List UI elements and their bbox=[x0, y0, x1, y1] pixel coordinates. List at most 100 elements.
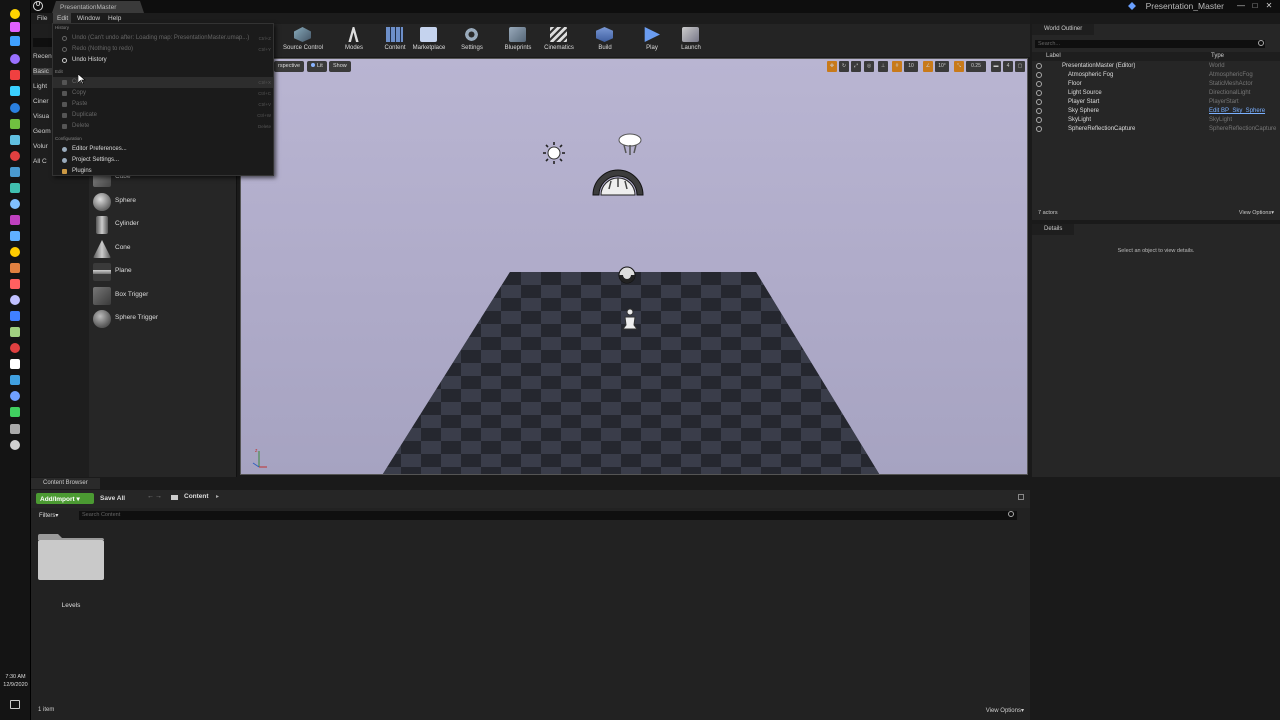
visibility-eye-icon[interactable] bbox=[1036, 108, 1042, 114]
atmospheric-fog-icon[interactable] bbox=[616, 131, 644, 157]
asset-sphere-trigger[interactable]: Sphere Trigger bbox=[93, 308, 233, 330]
outliner-row[interactable]: Light Source DirectionalLight bbox=[1032, 89, 1280, 98]
taskbar-app-icon[interactable] bbox=[10, 54, 20, 64]
blueprints-button[interactable]: Blueprints bbox=[495, 24, 541, 57]
asset-box-trigger[interactable]: Box Trigger bbox=[93, 285, 233, 307]
details-tab[interactable]: Details bbox=[1032, 224, 1075, 235]
outliner-row[interactable]: SkyLight SkyLight bbox=[1032, 116, 1280, 125]
menu-paste[interactable]: Paste Ctrl+V bbox=[53, 99, 273, 110]
taskbar-app-icon[interactable] bbox=[10, 36, 20, 46]
taskbar-app-icon[interactable] bbox=[10, 407, 20, 417]
menu-redo[interactable]: Redo (Nothing to redo) Ctrl+Y bbox=[53, 44, 273, 55]
notification-icon[interactable] bbox=[10, 700, 20, 709]
rotation-snap-value[interactable]: 10° bbox=[935, 61, 949, 72]
taskbar-app-icon[interactable] bbox=[10, 359, 20, 369]
lit-button[interactable]: Lit bbox=[307, 61, 327, 72]
settings-button[interactable]: Settings bbox=[449, 24, 495, 57]
visibility-eye-icon[interactable] bbox=[1036, 90, 1042, 96]
category-visual[interactable]: Visua bbox=[33, 113, 49, 120]
taskbar-app-icon[interactable] bbox=[10, 375, 20, 385]
camera-speed-value[interactable]: 4 bbox=[1003, 61, 1013, 72]
type-column-header[interactable]: Type bbox=[1211, 53, 1224, 59]
outliner-row[interactable]: Floor StaticMeshActor bbox=[1032, 80, 1280, 89]
outliner-row-type[interactable]: Edit BP_Sky_Sphere bbox=[1209, 108, 1265, 114]
taskbar-app-icon[interactable] bbox=[10, 391, 20, 401]
surface-snap-icon[interactable]: ⊥ bbox=[878, 61, 888, 72]
taskbar-app-icon[interactable] bbox=[10, 440, 20, 450]
content-view-options[interactable]: View Options▾ bbox=[986, 707, 1024, 714]
player-start-icon[interactable] bbox=[621, 307, 639, 331]
taskbar-app-icon[interactable] bbox=[10, 199, 20, 209]
menu-help[interactable]: Help bbox=[108, 15, 121, 22]
visibility-eye-icon[interactable] bbox=[1036, 117, 1042, 123]
grid-snap-value[interactable]: 10 bbox=[904, 61, 918, 72]
taskbar-app-icon[interactable] bbox=[10, 424, 20, 434]
outliner-row[interactable]: Atmospheric Fog AtmosphericFog bbox=[1032, 71, 1280, 80]
scale-icon[interactable]: ⤢ bbox=[851, 61, 861, 72]
perspective-button[interactable]: rspective bbox=[274, 61, 305, 72]
menu-edit[interactable]: Edit bbox=[57, 15, 68, 22]
visibility-eye-icon[interactable] bbox=[1036, 63, 1042, 69]
launch-button[interactable]: Launch bbox=[668, 24, 714, 57]
menu-delete[interactable]: Delete Delete bbox=[53, 121, 273, 132]
rotation-snap-icon[interactable]: ∠ bbox=[923, 61, 933, 72]
taskbar-app-icon[interactable] bbox=[10, 151, 20, 161]
category-all-classes[interactable]: All C bbox=[33, 158, 47, 165]
camera-speed-icon[interactable]: ▬ bbox=[991, 61, 1001, 72]
category-geometry[interactable]: Geom bbox=[33, 128, 51, 135]
world-space-icon[interactable]: ◎ bbox=[864, 61, 874, 72]
maximize-viewport-icon[interactable]: ▢ bbox=[1015, 61, 1025, 72]
outliner-view-options[interactable]: View Options▾ bbox=[1239, 210, 1274, 216]
visibility-eye-icon[interactable] bbox=[1036, 72, 1042, 78]
taskbar-app-icon[interactable] bbox=[10, 22, 20, 32]
reflection-capture-icon[interactable] bbox=[618, 266, 636, 284]
category-volumes[interactable]: Volur bbox=[33, 143, 48, 150]
grid-snap-icon[interactable]: # bbox=[892, 61, 902, 72]
levels-folder-icon[interactable] bbox=[38, 534, 104, 580]
taskbar-app-icon[interactable] bbox=[10, 263, 20, 273]
taskbar-app-icon[interactable] bbox=[10, 167, 20, 177]
asset-cone[interactable]: Cone bbox=[93, 238, 233, 260]
category-recent[interactable]: Recen bbox=[33, 53, 52, 60]
taskbar-app-icon[interactable] bbox=[10, 183, 20, 193]
modes-button[interactable]: Modes bbox=[331, 24, 377, 57]
rotate-icon[interactable]: ↻ bbox=[839, 61, 849, 72]
world-outliner-tab[interactable]: World Outliner bbox=[1032, 24, 1095, 35]
menu-undo-history[interactable]: Undo History bbox=[53, 55, 273, 66]
menu-copy[interactable]: Copy Ctrl+C bbox=[53, 88, 273, 99]
sky-light-icon[interactable] bbox=[591, 167, 645, 197]
level-viewport[interactable]: z bbox=[240, 58, 1028, 475]
outliner-row[interactable]: Sky Sphere Edit BP_Sky_Sphere bbox=[1032, 107, 1280, 116]
asset-cylinder[interactable]: Cylinder bbox=[93, 214, 233, 236]
outliner-row[interactable]: PresentationMaster (Editor) World bbox=[1032, 62, 1280, 71]
document-tab[interactable]: PresentationMaster bbox=[52, 1, 144, 13]
asset-plane[interactable]: Plane bbox=[93, 261, 233, 283]
taskbar-app-icon[interactable] bbox=[10, 70, 20, 80]
menu-window[interactable]: Window bbox=[77, 15, 100, 22]
taskbar-app-icon[interactable] bbox=[10, 231, 20, 241]
show-button[interactable]: Show bbox=[329, 61, 351, 72]
taskbar-app-icon[interactable] bbox=[10, 311, 20, 321]
scale-snap-value[interactable]: 0.25 bbox=[966, 61, 986, 72]
visibility-eye-icon[interactable] bbox=[1036, 99, 1042, 105]
taskbar-app-icon[interactable] bbox=[10, 135, 20, 145]
taskbar-app-icon[interactable] bbox=[10, 295, 20, 305]
content-search-input[interactable]: Search Content bbox=[79, 511, 1017, 520]
taskbar-app-icon[interactable] bbox=[10, 119, 20, 129]
taskbar-clock[interactable]: 7:30 AM 12/9/2020 bbox=[0, 673, 31, 689]
back-arrow-icon[interactable]: ← bbox=[147, 493, 154, 500]
forward-arrow-icon[interactable]: → bbox=[155, 493, 162, 500]
asset-sphere[interactable]: Sphere bbox=[93, 191, 233, 213]
minimize-button[interactable]: — bbox=[1236, 1, 1246, 11]
taskbar-app-icon[interactable] bbox=[10, 103, 20, 113]
category-lights[interactable]: Light bbox=[33, 83, 47, 90]
translate-icon[interactable]: ✥ bbox=[827, 61, 837, 72]
build-button[interactable]: Build bbox=[582, 24, 628, 57]
outliner-search-input[interactable]: Search... bbox=[1035, 40, 1265, 48]
menu-cut[interactable]: Cut Ctrl+X bbox=[53, 77, 273, 88]
maximize-button[interactable]: □ bbox=[1250, 1, 1260, 11]
dock-icon[interactable] bbox=[1018, 494, 1024, 500]
content-browser-tab[interactable]: Content Browser bbox=[31, 478, 100, 489]
outliner-row[interactable]: SphereReflectionCapture SphereReflectionC… bbox=[1032, 125, 1280, 134]
menu-plugins[interactable]: Plugins bbox=[53, 166, 273, 177]
